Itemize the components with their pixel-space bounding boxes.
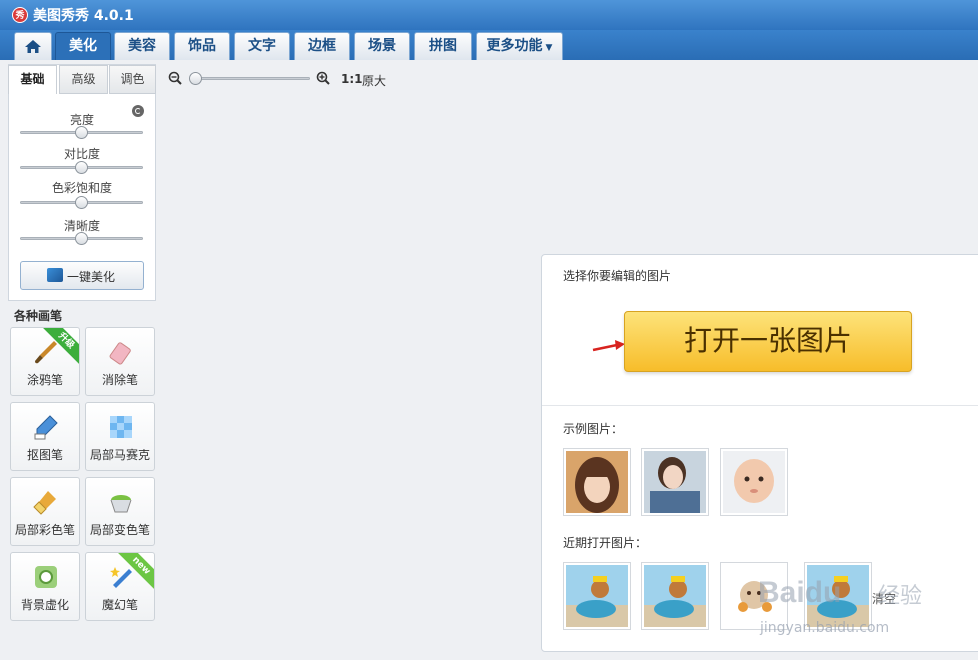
zoom-in-icon[interactable]: [316, 71, 330, 85]
app-title: 美图秀秀 4.0.1: [33, 8, 134, 24]
more-features-label: 更多功能: [486, 38, 543, 54]
baidu-watermark: Baidu: [758, 576, 842, 609]
zoom-slider-thumb[interactable]: [189, 72, 202, 85]
contrast-slider[interactable]: [20, 161, 143, 174]
brush-label: 局部彩色笔: [14, 523, 75, 537]
brush-mosaic[interactable]: 局部马赛克: [85, 402, 155, 471]
more-features-dropdown[interactable]: 更多功能 ▼: [476, 32, 563, 60]
sample-photo-baby: [723, 451, 785, 513]
brush-label: 局部马赛克: [89, 448, 150, 462]
open-image-button[interactable]: 打开一张图片: [624, 311, 912, 372]
brush-cutout[interactable]: 抠图笔: [10, 402, 80, 471]
brightness-slider[interactable]: [20, 126, 143, 139]
saturation-slider-thumb[interactable]: [74, 196, 88, 209]
brush-label: 背景虚化: [20, 598, 69, 612]
brush-doodle[interactable]: 升级 涂鸦笔: [10, 327, 80, 396]
recent-image-1[interactable]: [563, 562, 631, 630]
mosaic-icon: [110, 416, 132, 438]
eraser-icon: [109, 342, 131, 365]
recent-image-2[interactable]: [641, 562, 709, 630]
actual-size-button[interactable]: 1:1: [341, 72, 363, 86]
arrow-right-icon: [592, 340, 625, 352]
color-brush-icon: [33, 491, 56, 515]
home-icon: [25, 40, 41, 53]
tab-collage[interactable]: 拼图: [414, 32, 472, 60]
caret-down-icon: ▼: [545, 43, 553, 53]
magic-wand-icon: [110, 567, 132, 588]
app-logo-icon: 秀: [12, 7, 28, 23]
tab-text[interactable]: 文字: [234, 32, 290, 60]
sample-image-2[interactable]: [641, 448, 709, 516]
tab-scene[interactable]: 场景: [354, 32, 410, 60]
tab-frame[interactable]: 边框: [294, 32, 350, 60]
brush-label: 抠图笔: [26, 448, 63, 462]
brushes-title: 各种画笔: [14, 309, 63, 323]
brush-bg-blur[interactable]: 背景虚化: [10, 552, 80, 621]
sharpness-slider[interactable]: [20, 232, 143, 245]
brush-label: 消除笔: [101, 373, 138, 387]
paint-bucket-icon: [110, 495, 132, 513]
sharpness-slider-thumb[interactable]: [74, 232, 88, 245]
brush-icon: [35, 341, 57, 364]
tab-accessories[interactable]: 饰品: [174, 32, 230, 60]
one-click-beautify-label: 一键美化: [67, 270, 116, 284]
title-bar: 秀 美图秀秀 4.0.1: [0, 0, 978, 30]
zoom-slider[interactable]: [189, 72, 310, 85]
subtab-advanced[interactable]: 高级: [59, 65, 108, 94]
recent-images-label: 近期打开图片：: [563, 536, 648, 550]
tab-beautify[interactable]: 美化: [55, 32, 111, 60]
contrast-slider-thumb[interactable]: [74, 161, 88, 174]
brush-eraser[interactable]: 消除笔: [85, 327, 155, 396]
divider: [542, 405, 978, 406]
sample-images-label: 示例图片：: [563, 422, 624, 436]
saturation-label: 色彩饱和度: [51, 181, 112, 195]
magic-beautify-icon: [47, 268, 63, 282]
nav-home-button[interactable]: [14, 32, 52, 60]
brush-label: 涂鸦笔: [26, 373, 63, 387]
watermark-url: jingyan.baidu.com: [760, 620, 890, 636]
adjust-panel: 基础 高级 调色 亮度 对比度 色彩饱和度 清晰度 一键美化: [8, 64, 156, 301]
pen-icon: [34, 415, 58, 440]
subtab-color[interactable]: 调色: [109, 65, 156, 94]
brush-magic[interactable]: new 魔幻笔: [85, 552, 155, 621]
one-click-beautify-button[interactable]: 一键美化: [20, 261, 144, 290]
brightness-slider-thumb[interactable]: [74, 126, 88, 139]
main-nav: 美化 美容 饰品 文字 边框 场景 拼图 更多功能 ▼: [0, 30, 978, 60]
saturation-slider[interactable]: [20, 196, 143, 209]
recent-photo-toy: [566, 565, 628, 627]
brush-local-recolor[interactable]: 局部变色笔: [85, 477, 155, 546]
zoom-out-icon[interactable]: [168, 71, 182, 85]
open-heading: 选择你要编辑的图片: [563, 269, 672, 283]
sample-photo-woman: [644, 451, 706, 513]
brush-local-color[interactable]: 局部彩色笔: [10, 477, 80, 546]
sample-image-1[interactable]: [563, 448, 631, 516]
brush-label: 魔幻笔: [101, 598, 138, 612]
sample-photo-girl: [566, 451, 628, 513]
original-size-label[interactable]: 原大: [362, 72, 386, 89]
watermark-sub: 经验: [878, 584, 923, 609]
brush-label: 局部变色笔: [89, 523, 150, 537]
contrast-label: 对比度: [63, 147, 100, 161]
blur-icon: [35, 566, 57, 588]
sample-image-3[interactable]: [720, 448, 788, 516]
recent-photo-toy: [644, 565, 706, 627]
subtab-basic[interactable]: 基础: [8, 65, 57, 94]
tab-cosmetic[interactable]: 美容: [114, 32, 170, 60]
